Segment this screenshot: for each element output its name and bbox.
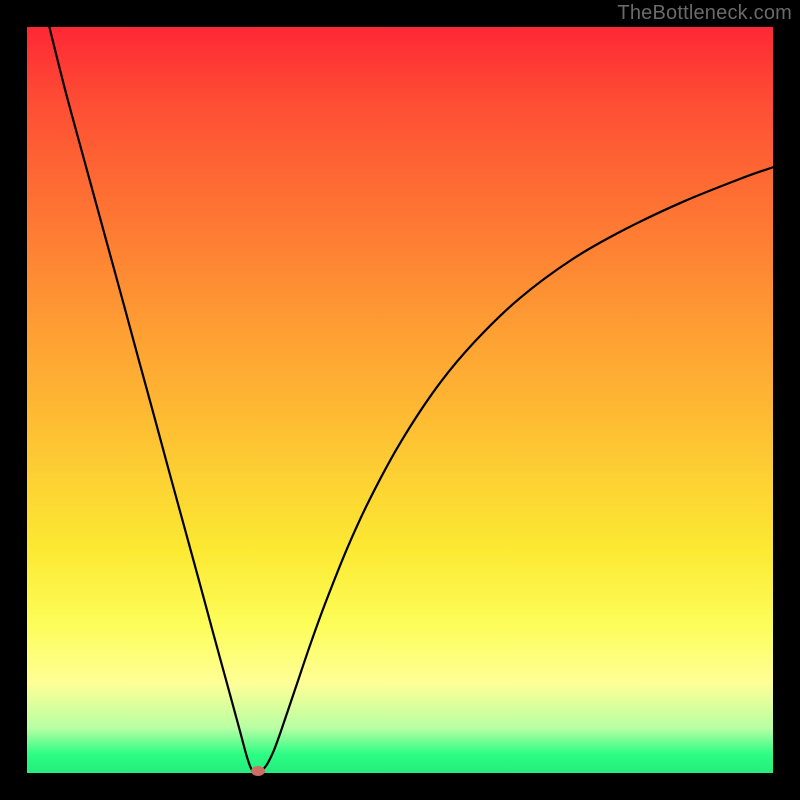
optimal-point-marker bbox=[251, 766, 265, 776]
chart-frame: TheBottleneck.com bbox=[0, 0, 800, 800]
bottleneck-curve bbox=[27, 27, 773, 773]
watermark-text: TheBottleneck.com bbox=[617, 2, 792, 25]
plot-area bbox=[27, 27, 773, 773]
